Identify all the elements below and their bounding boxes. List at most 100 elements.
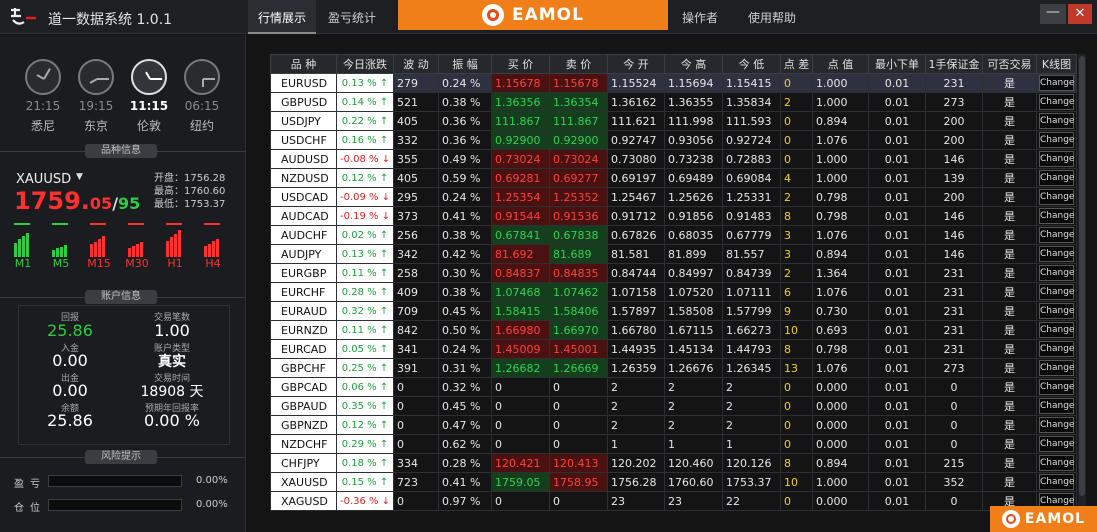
- column-header[interactable]: 今日涨跌: [336, 54, 394, 74]
- timeframe-label[interactable]: M1: [8, 257, 38, 270]
- table-row[interactable]: USDJPY 0.22 % ↑ 405 0.36 % 111.867 111.867 111…: [270, 111, 1077, 131]
- table-row[interactable]: EURCAD 0.05 % ↑ 341 0.24 % 1.45009 1.45001 1.4…: [270, 339, 1077, 359]
- column-header[interactable]: 可否交易: [982, 54, 1037, 74]
- timeframe-label[interactable]: H1: [160, 257, 190, 270]
- column-header[interactable]: 振 幅: [438, 54, 492, 74]
- column-header[interactable]: 最小下单: [868, 54, 926, 74]
- cell-ask: 111.867: [549, 111, 608, 131]
- cell-margin: 0: [925, 377, 983, 397]
- table-row[interactable]: XAGUSD -0.36 % ↓ 0 0.97 % 0 0 23 23 22 0 0.000 0.01…: [270, 491, 1077, 511]
- column-header[interactable]: 波 动: [393, 54, 439, 74]
- table-row[interactable]: AUDCHF 0.02 % ↑ 256 0.38 % 0.67841 0.67838 0.6…: [270, 225, 1077, 245]
- change-chart-button[interactable]: Change: [1039, 398, 1074, 414]
- column-header[interactable]: 1手保证金: [925, 54, 983, 74]
- column-header[interactable]: 品 种: [270, 54, 337, 74]
- table-row[interactable]: GBPCHF 0.25 % ↑ 391 0.31 % 1.26682 1.26669 1.2…: [270, 358, 1077, 378]
- column-header[interactable]: 买 价: [491, 54, 550, 74]
- cell-chg: -0.19 % ↓: [336, 206, 394, 226]
- table-row[interactable]: NZDCHF 0.29 % ↑ 0 0.62 % 0 0 1 1 1 0 0.000 0.01 0 是 Ch…: [270, 434, 1077, 454]
- clock-city-tokyo: 东京: [83, 119, 108, 133]
- change-chart-button[interactable]: Change: [1039, 474, 1074, 490]
- table-row[interactable]: USDCAD -0.09 % ↓ 295 0.24 % 1.25354 1.25352 1.…: [270, 187, 1077, 207]
- cell-spread: 10: [780, 320, 813, 340]
- cell-vol: 709: [393, 301, 439, 321]
- cell-pv: 0.000: [812, 377, 869, 397]
- change-chart-button[interactable]: Change: [1039, 303, 1074, 319]
- change-chart-button[interactable]: Change: [1039, 436, 1074, 452]
- timeframe-label[interactable]: M5: [46, 257, 76, 270]
- tab-help[interactable]: 使用帮助: [738, 0, 806, 34]
- change-chart-button[interactable]: Change: [1039, 170, 1074, 186]
- table-row[interactable]: USDCHF 0.16 % ↑ 332 0.36 % 0.92900 0.92900 0.9…: [270, 130, 1077, 150]
- change-chart-button[interactable]: Change: [1039, 360, 1074, 376]
- cell-min: 0.01: [868, 453, 926, 473]
- low-label: 最低：: [154, 199, 184, 210]
- tab-operator[interactable]: 操作者: [672, 0, 728, 34]
- change-chart-button[interactable]: Change: [1039, 132, 1074, 148]
- change-chart-button[interactable]: Change: [1039, 189, 1074, 205]
- cell-low: 1.07111: [722, 282, 781, 302]
- timeframe-label[interactable]: M30: [122, 257, 152, 270]
- table-row[interactable]: GBPNZD 0.12 % ↑ 0 0.47 % 0 0 2 2 2 0 0.000 0.01 0 是 Ch…: [270, 415, 1077, 435]
- change-chart-button[interactable]: Change: [1039, 265, 1074, 281]
- change-chart-button[interactable]: Change: [1039, 75, 1074, 91]
- scrollbar-thumb[interactable]: [1079, 56, 1085, 496]
- change-chart-button[interactable]: Change: [1039, 455, 1074, 471]
- table-row[interactable]: EURUSD 0.13 % ↑ 279 0.24 % 1.15678 1.15678 1.1…: [270, 73, 1077, 93]
- cell-bid: 0.69281: [491, 168, 550, 188]
- table-row[interactable]: XAUUSD 0.15 % ↑ 723 0.41 % 1759.05 1758.95 175…: [270, 472, 1077, 492]
- chevron-down-icon[interactable]: ▼: [76, 172, 83, 182]
- cell-sym: GBPNZD: [270, 415, 337, 435]
- table-row[interactable]: GBPCAD 0.06 % ↑ 0 0.32 % 0 0 2 2 2 0 0.000 0.01 0 是 Ch…: [270, 377, 1077, 397]
- table-row[interactable]: EURCHF 0.28 % ↑ 409 0.38 % 1.07468 1.07462 1.0…: [270, 282, 1077, 302]
- cell-high: 1.07520: [664, 282, 723, 302]
- column-header[interactable]: 点 值: [812, 54, 869, 74]
- change-chart-button[interactable]: Change: [1039, 227, 1074, 243]
- cell-chg: 0.13 % ↑: [336, 73, 394, 93]
- change-chart-button[interactable]: Change: [1039, 94, 1074, 110]
- column-header[interactable]: 点 差: [780, 54, 813, 74]
- column-header[interactable]: 今 高: [664, 54, 723, 74]
- change-chart-button[interactable]: Change: [1039, 417, 1074, 433]
- tab-pnl[interactable]: 盈亏统计: [318, 0, 386, 34]
- cell-spread: 0: [780, 415, 813, 435]
- cell-vol: 0: [393, 434, 439, 454]
- risk-position-bar: [48, 499, 182, 511]
- change-chart-button[interactable]: Change: [1039, 284, 1074, 300]
- column-header[interactable]: 今 开: [607, 54, 665, 74]
- table-row[interactable]: AUDCAD -0.19 % ↓ 373 0.41 % 0.91544 0.91536 0.…: [270, 206, 1077, 226]
- minimize-button[interactable]: —: [1040, 4, 1066, 24]
- timeframe-bar-segment: [90, 244, 93, 257]
- change-chart-button[interactable]: Change: [1039, 246, 1074, 262]
- change-chart-button[interactable]: Change: [1039, 113, 1074, 129]
- table-row[interactable]: AUDJPY 0.13 % ↑ 342 0.42 % 81.692 81.689 81.58…: [270, 244, 1077, 264]
- column-header[interactable]: K线图: [1036, 54, 1077, 74]
- table-row[interactable]: EURNZD 0.11 % ↑ 842 0.50 % 1.66980 1.66970 1.6…: [270, 320, 1077, 340]
- table-row[interactable]: NZDUSD 0.12 % ↑ 405 0.59 % 0.69281 0.69277 0.6…: [270, 168, 1077, 188]
- table-row[interactable]: CHFJPY 0.18 % ↑ 334 0.28 % 120.421 120.413 120…: [270, 453, 1077, 473]
- column-header[interactable]: 今 低: [722, 54, 781, 74]
- change-chart-button[interactable]: Change: [1039, 379, 1074, 395]
- table-row[interactable]: EURAUD 0.32 % ↑ 709 0.45 % 1.58415 1.58406 1.5…: [270, 301, 1077, 321]
- change-chart-button[interactable]: Change: [1039, 151, 1074, 167]
- table-row[interactable]: AUDUSD -0.08 % ↓ 355 0.49 % 0.73024 0.73024 0.…: [270, 149, 1077, 169]
- change-chart-button[interactable]: Change: [1039, 322, 1074, 338]
- symbol-selector[interactable]: XAUUSD: [16, 172, 71, 187]
- cell-sym: AUDCAD: [270, 206, 337, 226]
- change-chart-button[interactable]: Change: [1039, 208, 1074, 224]
- change-chart-button[interactable]: Change: [1039, 341, 1074, 357]
- timeframe-bar: [14, 221, 32, 257]
- table-row[interactable]: GBPUSD 0.14 % ↑ 521 0.38 % 1.36356 1.36354 1.3…: [270, 92, 1077, 112]
- cell-pv: 1.076: [812, 225, 869, 245]
- timeframe-label[interactable]: M15: [84, 257, 114, 270]
- table-row[interactable]: GBPAUD 0.35 % ↑ 0 0.45 % 0 0 2 2 2 0 0.000 0.01 0 是 Ch…: [270, 396, 1077, 416]
- column-header[interactable]: 卖 价: [549, 54, 608, 74]
- cell-margin: 215: [925, 453, 983, 473]
- timeframe-label[interactable]: H4: [198, 257, 228, 270]
- table-row[interactable]: EURGBP 0.11 % ↑ 258 0.30 % 0.84837 0.84835 0.8…: [270, 263, 1077, 283]
- cell-vol: 409: [393, 282, 439, 302]
- cell-sym: NZDUSD: [270, 168, 337, 188]
- tab-market[interactable]: 行情展示: [248, 0, 317, 34]
- timeframe-bar-cap: [128, 223, 144, 225]
- close-button[interactable]: ✕: [1068, 4, 1092, 24]
